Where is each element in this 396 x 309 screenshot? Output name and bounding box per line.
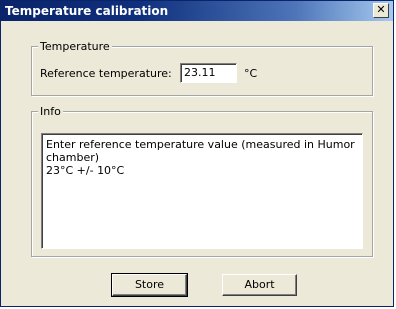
info-group-legend: Info <box>38 105 63 118</box>
temperature-group-legend: Temperature <box>38 40 112 53</box>
calibration-dialog: Temperature calibration ✕ Temperature Re… <box>0 0 394 307</box>
reference-temperature-input[interactable]: 23.11 <box>180 63 237 83</box>
temperature-group: Temperature Reference temperature: 23.11… <box>31 40 373 96</box>
info-text-area[interactable]: Enter reference temperature value (measu… <box>41 133 363 249</box>
title-bar[interactable]: Temperature calibration ✕ <box>1 1 393 21</box>
reference-temperature-label: Reference temperature: <box>40 67 172 80</box>
abort-button[interactable]: Abort <box>222 274 297 296</box>
close-button[interactable]: ✕ <box>373 3 389 18</box>
info-group: Info Enter reference temperature value (… <box>31 105 373 257</box>
store-button[interactable]: Store <box>111 273 188 297</box>
window-title: Temperature calibration <box>5 4 169 18</box>
close-icon: ✕ <box>376 3 386 16</box>
temperature-unit-label: °C <box>244 67 258 80</box>
